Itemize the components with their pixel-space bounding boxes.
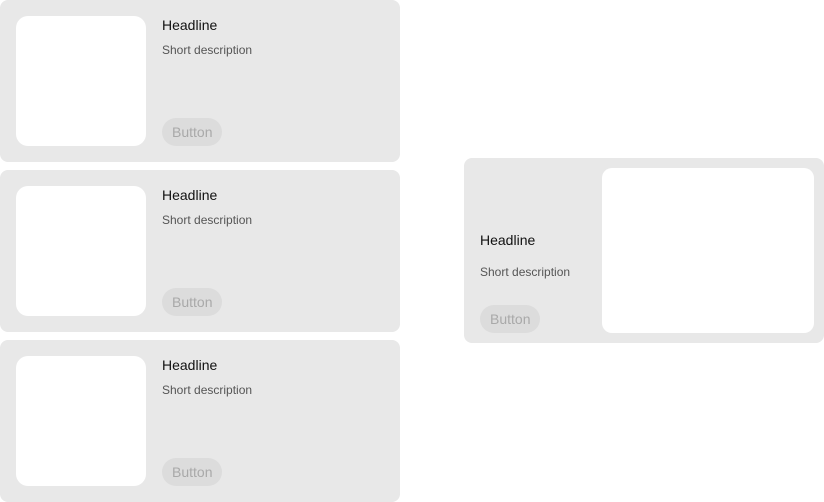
card-3: Headline Short description Button [0, 340, 400, 502]
card-description: Short description [162, 383, 253, 397]
card-headline: Headline [162, 357, 218, 373]
image-placeholder [16, 356, 146, 486]
card-2: Headline Short description Button [0, 170, 400, 332]
card-button[interactable]: Button [162, 288, 223, 316]
card-headline: Headline [162, 17, 218, 33]
card-description: Short description [162, 43, 253, 57]
card-button[interactable]: Button [162, 458, 223, 486]
card-headline: Headline [480, 232, 536, 248]
image-placeholder [16, 16, 146, 146]
card-headline: Headline [162, 187, 218, 203]
feature-card: Headline Short description Button [464, 158, 824, 343]
card-1: Headline Short description Button [0, 0, 400, 162]
image-placeholder [602, 168, 814, 333]
card-description: Short description [480, 265, 571, 279]
card-button[interactable]: Button [480, 305, 541, 333]
image-placeholder [16, 186, 146, 316]
card-description: Short description [162, 213, 253, 227]
card-button[interactable]: Button [162, 118, 223, 146]
